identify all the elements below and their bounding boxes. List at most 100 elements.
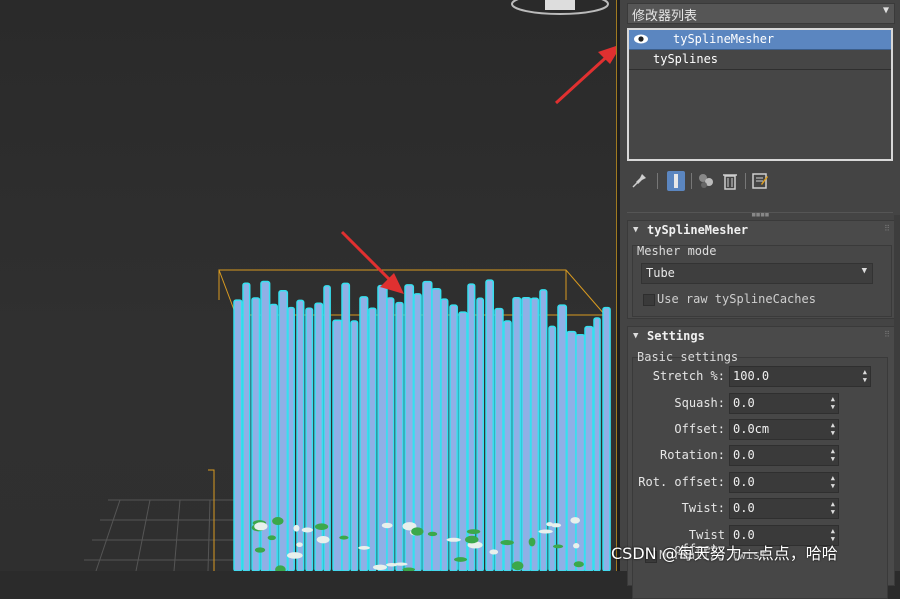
spline-tube <box>494 307 504 571</box>
foliage-blob <box>511 561 524 571</box>
stretch-spinner[interactable]: 100.0 ▲ ▼ <box>729 366 871 387</box>
foliage-blob <box>254 522 268 531</box>
toolbar-separator <box>657 173 658 189</box>
spline-tube <box>350 320 359 571</box>
spline-tube <box>602 306 611 571</box>
viewport-scene <box>84 0 616 571</box>
viewport[interactable] <box>0 0 616 571</box>
param-value: 0.0 <box>733 448 755 462</box>
spline-tube <box>584 325 594 571</box>
foliage-blob <box>372 564 387 571</box>
param-value: 0.0cm <box>733 422 770 436</box>
foliage-blob <box>500 540 514 546</box>
squash-spinner[interactable]: 0.0 ▲ ▼ <box>729 393 839 414</box>
mesher-mode-group: Mesher mode Tube ▼ Use raw tySplineCache… <box>632 244 892 317</box>
drag-handle-icon[interactable]: ⠿ <box>884 224 890 233</box>
param-row-stretch: Stretch %: 100.0 ▲ ▼ <box>633 366 883 387</box>
modify-panel: 修改器列表 ▼ tySplineMesher tySplines ▪▪▪▪ ▼ … <box>620 0 900 599</box>
spline-tube <box>422 280 433 571</box>
spline-tube <box>503 320 512 571</box>
collapse-triangle-icon[interactable]: ▼ <box>633 225 638 235</box>
spline-tube <box>449 304 458 571</box>
show-end-result-icon[interactable] <box>666 170 686 192</box>
param-label: Twist: <box>681 501 725 515</box>
spinner-arrows-icon[interactable]: ▲ ▼ <box>831 447 835 463</box>
spinner-arrows-icon[interactable]: ▲ ▼ <box>831 500 835 516</box>
spline-tube <box>539 289 548 571</box>
param-label: Rotation: <box>659 448 725 462</box>
foliage-blob <box>272 517 284 526</box>
foliage-blob <box>552 544 564 549</box>
spline-tube <box>521 296 532 571</box>
param-row-squash: Squash: 0.0 ▲ ▼ <box>633 393 883 414</box>
spinner-arrows-icon[interactable]: ▲ ▼ <box>831 421 835 437</box>
foliage-blob <box>385 562 398 567</box>
spinner-arrows-icon[interactable]: ▲ ▼ <box>831 395 835 411</box>
foliage-blob <box>287 552 303 559</box>
use-raw-checkbox[interactable] <box>643 294 655 306</box>
foliage-blob <box>573 561 584 568</box>
panel-scrollbar[interactable] <box>894 215 900 571</box>
rollout-title: tySplineMesher <box>647 223 749 237</box>
configure-modifier-sets-icon[interactable] <box>750 170 770 192</box>
chevron-down-icon: ▼ <box>882 5 889 16</box>
modifier-stack[interactable]: tySplineMesher tySplines <box>627 28 893 161</box>
drag-handle-icon[interactable]: ⠿ <box>884 330 890 339</box>
param-row-rot-offset: Rot. offset: 0.0 ▲ ▼ <box>633 472 883 493</box>
foliage-blob <box>570 517 580 524</box>
spline-tube <box>377 284 388 571</box>
spline-tube <box>512 296 522 571</box>
collapse-triangle-icon[interactable]: ▼ <box>633 331 638 341</box>
twist-spinner[interactable]: 0.0 ▲ ▼ <box>729 498 839 519</box>
spinner-arrows-icon[interactable]: ▲ ▼ <box>863 368 867 384</box>
spline-tube <box>593 317 601 571</box>
param-value: 100.0 <box>733 369 770 383</box>
rollout-header[interactable]: ▼ tySplineMesher ⠿ <box>628 221 894 241</box>
foliage-blob <box>551 523 562 528</box>
offset-spinner[interactable]: 0.0cm ▲ ▼ <box>729 419 839 440</box>
rotation-spinner[interactable]: 0.0 ▲ ▼ <box>729 445 839 466</box>
param-label: Stretch %: <box>652 369 725 383</box>
spline-tubes <box>233 279 611 571</box>
spline-tube <box>233 299 243 571</box>
rollout-title: Settings <box>647 329 705 343</box>
foliage-blob <box>301 527 313 533</box>
param-label: Squash: <box>674 396 725 410</box>
param-label: Offset: <box>674 422 725 436</box>
viewcube[interactable] <box>545 0 575 10</box>
spline-tube <box>458 311 468 571</box>
spline-tube <box>575 333 586 571</box>
make-unique-icon[interactable] <box>696 170 716 192</box>
basic-settings-label: Basic settings <box>637 350 739 364</box>
stack-item-tysplinemesher[interactable]: tySplineMesher <box>629 30 891 50</box>
modifier-list-label: 修改器列表 <box>632 9 698 24</box>
foliage-blob <box>465 535 479 544</box>
spline-tube <box>530 297 540 571</box>
modifier-list-dropdown[interactable]: 修改器列表 ▼ <box>627 3 895 24</box>
resize-grip[interactable]: ▪▪▪▪ <box>751 210 770 220</box>
param-row-offset: Offset: 0.0cm ▲ ▼ <box>633 419 883 440</box>
spline-tube <box>386 297 395 571</box>
foliage-blob <box>489 549 499 555</box>
foliage-blob <box>314 523 329 530</box>
spline-tube <box>485 279 494 571</box>
foliage-blob <box>538 529 553 534</box>
foliage-blob <box>411 527 424 536</box>
spline-tube <box>359 296 369 571</box>
stack-item-tysplines[interactable]: tySplines <box>629 50 891 70</box>
annotation-arrows <box>340 46 616 294</box>
toolbar-separator <box>691 173 692 189</box>
rot-offset-spinner[interactable]: 0.0 ▲ ▼ <box>729 472 839 493</box>
spinner-arrows-icon[interactable]: ▲ ▼ <box>831 474 835 490</box>
mesher-mode-dropdown[interactable]: Tube ▼ <box>641 263 873 284</box>
param-value: 0.0 <box>733 501 755 515</box>
spline-tube <box>332 319 343 571</box>
spline-tube <box>314 302 324 571</box>
remove-modifier-icon[interactable] <box>720 170 740 192</box>
eye-icon[interactable] <box>633 32 649 46</box>
pin-stack-icon[interactable] <box>630 170 650 192</box>
foliage-blob <box>427 531 438 537</box>
spline-tube <box>287 306 295 571</box>
rollout-header[interactable]: ▼ Settings ⠿ <box>628 327 894 347</box>
spline-tube <box>395 301 404 571</box>
